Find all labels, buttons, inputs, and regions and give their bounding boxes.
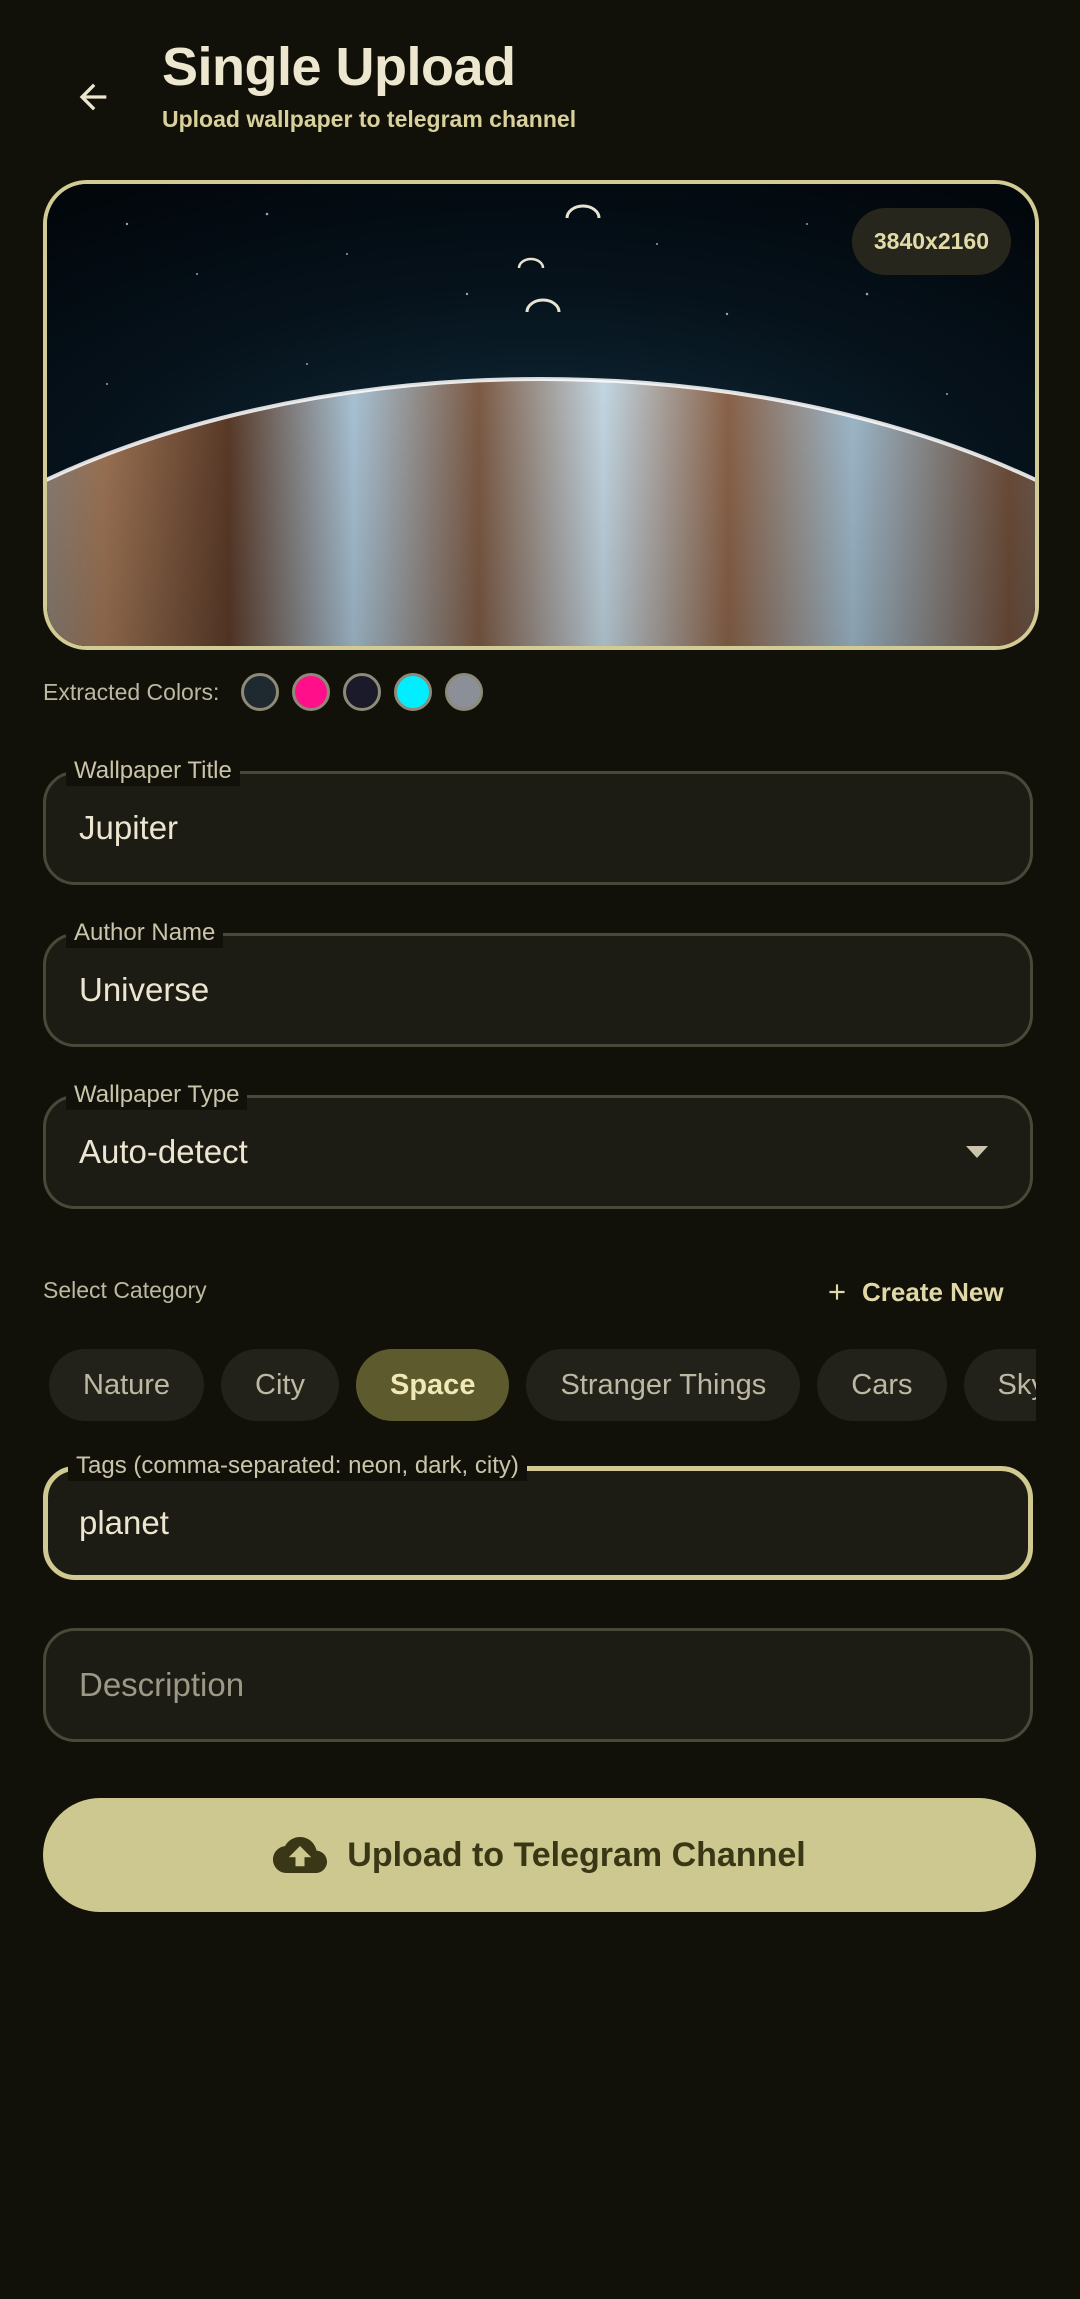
description-field[interactable]: Description <box>43 1628 1033 1742</box>
page-subtitle: Upload wallpaper to telegram channel <box>162 106 577 132</box>
author-name-field[interactable]: Author Name Universe <box>43 918 1033 1047</box>
upload-button-label: Upload to Telegram Channel <box>347 1835 806 1874</box>
category-chip-sky[interactable]: Sky <box>963 1349 1036 1421</box>
category-chip-city[interactable]: City <box>221 1349 339 1421</box>
select-category-label: Select Category <box>43 1277 207 1303</box>
wallpaper-title-value: Jupiter <box>79 809 179 846</box>
resolution-badge: 3840x2160 <box>851 208 1011 275</box>
plus-icon <box>829 1284 845 1300</box>
color-swatch <box>394 673 432 711</box>
category-chip-stranger-things[interactable]: Stranger Things <box>526 1349 801 1421</box>
back-button[interactable] <box>48 52 138 142</box>
wallpaper-preview[interactable]: 3840x2160 <box>43 180 1039 650</box>
wallpaper-title-field[interactable]: Wallpaper Title Jupiter <box>43 756 1033 885</box>
wallpaper-type-select[interactable]: Wallpaper Type Auto-detect <box>43 1080 1033 1209</box>
color-swatch <box>445 673 483 711</box>
dropdown-arrow-icon <box>966 1146 988 1158</box>
description-placeholder: Description <box>79 1666 245 1703</box>
create-new-label: Create New <box>862 1276 1004 1307</box>
author-name-value: Universe <box>79 971 210 1008</box>
category-chip-nature[interactable]: Nature <box>49 1349 205 1421</box>
upload-button[interactable]: Upload to Telegram Channel <box>43 1798 1036 1912</box>
category-chip-list[interactable]: Nature City Space Stranger Things Cars S… <box>43 1349 1036 1425</box>
tags-field[interactable]: Tags (comma-separated: neon, dark, city)… <box>43 1451 1033 1580</box>
color-swatch <box>343 673 381 711</box>
wallpaper-type-value: Auto-detect <box>79 1133 248 1170</box>
color-swatch <box>241 673 279 711</box>
page-title: Single Upload <box>162 37 516 97</box>
create-new-category-button[interactable]: Create New <box>824 1262 1004 1322</box>
tags-value: planet <box>79 1504 169 1541</box>
color-swatch <box>292 673 330 711</box>
arrow-back-icon <box>79 83 107 111</box>
extracted-colors-label: Extracted Colors: <box>43 679 220 705</box>
cloud-upload-icon <box>273 1837 328 1873</box>
category-chip-cars[interactable]: Cars <box>817 1349 947 1421</box>
category-chip-space[interactable]: Space <box>356 1349 510 1421</box>
